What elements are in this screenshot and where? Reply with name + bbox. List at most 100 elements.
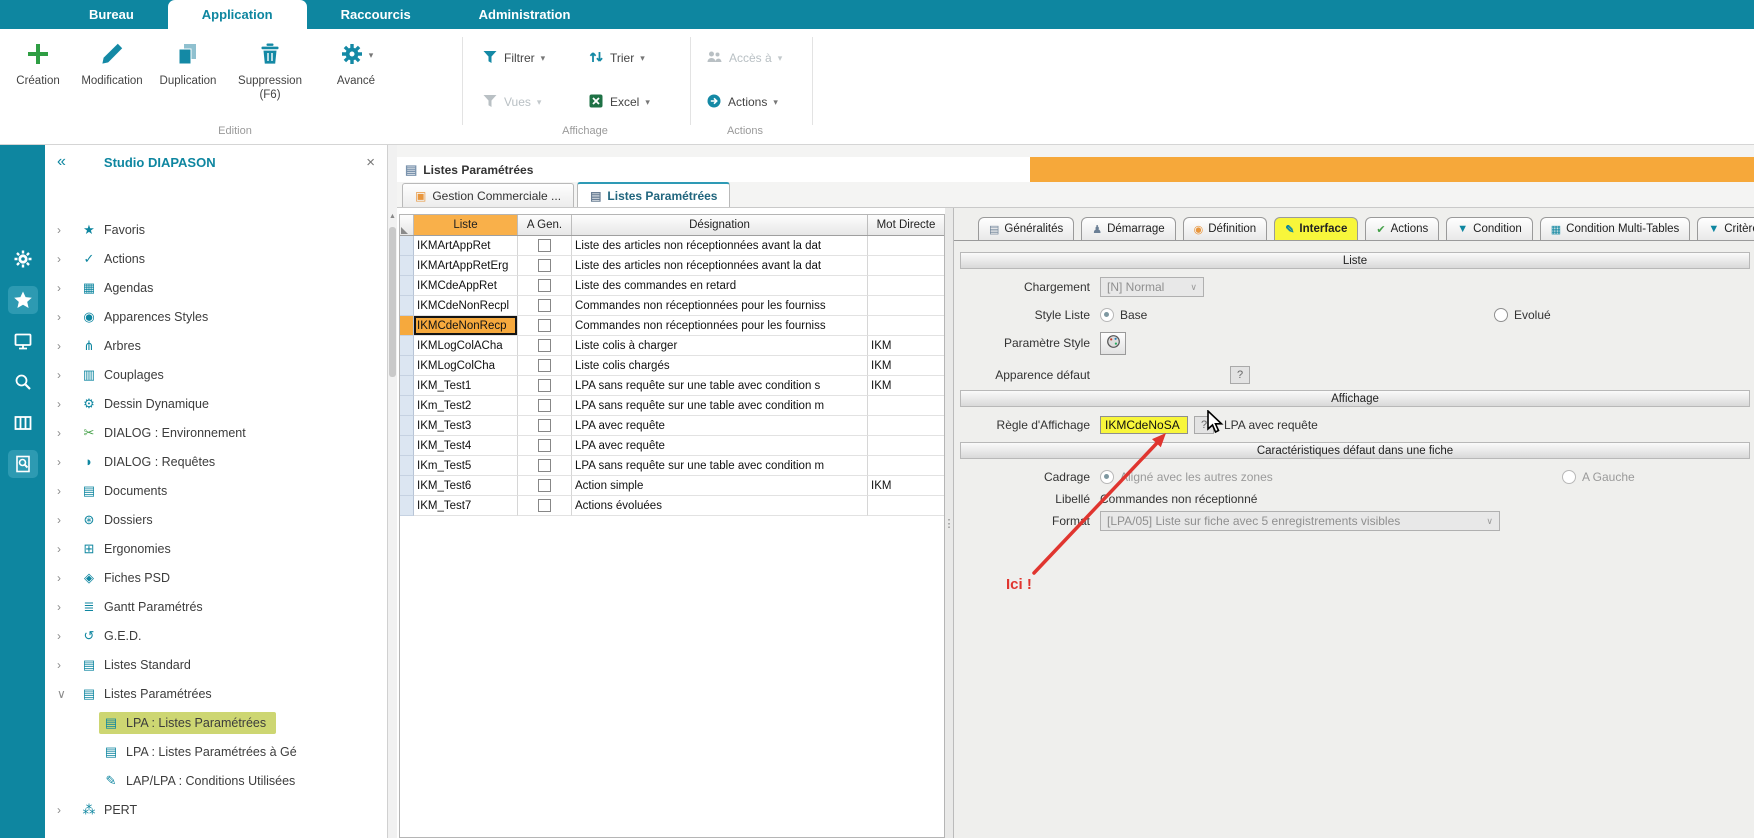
tree-item[interactable]: › ✓ Actions xyxy=(45,244,387,273)
table-row[interactable]: IKMLogColACha Liste colis à charger IKM xyxy=(400,336,944,356)
apparence-help-button[interactable]: ? xyxy=(1230,366,1250,384)
tree-item[interactable]: › ⊛ Dossiers xyxy=(45,505,387,534)
checkbox[interactable] xyxy=(538,339,551,352)
tree-item[interactable]: ∨ ▤ Listes Paramétrées xyxy=(45,679,387,708)
radio-evolue[interactable] xyxy=(1494,308,1508,322)
table-row[interactable]: IKM_Test6 Action simple IKM xyxy=(400,476,944,496)
expander-icon[interactable]: › xyxy=(57,397,77,411)
checkbox[interactable] xyxy=(538,359,551,372)
expander-icon[interactable]: › xyxy=(57,542,77,556)
menubar-item[interactable]: Administration xyxy=(445,0,605,29)
row-marker[interactable] xyxy=(400,396,414,416)
checkbox[interactable] xyxy=(538,299,551,312)
format-select[interactable]: [LPA/05] Liste sur fiche avec 5 enregist… xyxy=(1100,511,1500,531)
row-marker[interactable] xyxy=(400,476,414,496)
panel-tab[interactable]: ✔ Actions xyxy=(1365,217,1439,240)
expander-icon[interactable]: › xyxy=(57,223,77,237)
palette-button[interactable] xyxy=(1100,332,1126,355)
menubar-item[interactable]: Raccourcis xyxy=(307,0,445,29)
panel-tab[interactable]: ▤ Généralités xyxy=(978,217,1074,240)
checkbox[interactable] xyxy=(538,319,551,332)
expander-icon[interactable]: › xyxy=(57,339,77,353)
search-icon[interactable] xyxy=(8,368,38,396)
panel-tab[interactable]: ▼ Condition xyxy=(1446,217,1532,240)
tab-gestion-commerciale[interactable]: ▣ Gestion Commerciale ... xyxy=(402,183,574,207)
table-row[interactable]: IKM_Test7 Actions évoluées xyxy=(400,496,944,516)
panel-tab[interactable]: ◉ Définition xyxy=(1183,217,1268,240)
radio-base[interactable] xyxy=(1100,308,1114,322)
column-header-liste[interactable]: Liste xyxy=(414,215,518,235)
panel-splitter[interactable]: ⋮ xyxy=(945,208,953,838)
table-row[interactable]: IKMArtAppRet Liste des articles non réce… xyxy=(400,236,944,256)
tree-item[interactable]: › ◗ DIALOG : Requêtes xyxy=(45,447,387,476)
chargement-select[interactable]: [N] Normal ∨ xyxy=(1100,277,1204,297)
expander-icon[interactable]: › xyxy=(57,629,77,643)
radio-aligne[interactable] xyxy=(1100,470,1114,484)
panel-tab[interactable]: ♟ Démarrage xyxy=(1081,217,1175,240)
avance-button[interactable]: ▾ Avancé xyxy=(320,37,392,89)
table-row[interactable]: IKm_Test2 LPA sans requête sur une table… xyxy=(400,396,944,416)
actions-button[interactable]: Actions ▾ xyxy=(706,91,778,113)
checkbox[interactable] xyxy=(538,479,551,492)
checkbox[interactable] xyxy=(538,419,551,432)
tree-item[interactable]: › ▥ Couplages xyxy=(45,360,387,389)
expander-icon[interactable]: › xyxy=(57,571,77,585)
expander-icon[interactable]: › xyxy=(57,455,77,469)
scrollbar-thumb[interactable] xyxy=(389,227,396,377)
table-row[interactable]: IKMCdeNonRecp Commandes non réceptionnée… xyxy=(400,316,944,336)
expander-icon[interactable]: › xyxy=(57,658,77,672)
duplication-button[interactable]: Duplication xyxy=(152,37,224,89)
tree-item[interactable]: ▤ LPA : Listes Paramétrées xyxy=(45,708,387,737)
panel-tab[interactable]: ▼ Critère xyxy=(1697,217,1754,240)
expander-icon[interactable]: ∨ xyxy=(57,687,77,701)
radio-a-gauche[interactable] xyxy=(1562,470,1576,484)
column-header-a-gen[interactable]: A Gen. xyxy=(518,215,572,235)
select-all-corner[interactable] xyxy=(400,215,414,235)
tree-item[interactable]: › ⋔ Arbres xyxy=(45,331,387,360)
regle-affichage-input[interactable]: IKMCdeNoSA xyxy=(1100,416,1188,434)
table-row[interactable]: IKMCdeNonRecpl Commandes non réceptionné… xyxy=(400,296,944,316)
menubar-item[interactable]: Application xyxy=(168,0,307,29)
creation-button[interactable]: Création xyxy=(6,37,70,89)
tree-item[interactable]: › ✂ DIALOG : Environnement xyxy=(45,418,387,447)
checkbox[interactable] xyxy=(538,499,551,512)
checkbox[interactable] xyxy=(538,239,551,252)
filtrer-button[interactable]: Filtrer ▾ xyxy=(482,47,545,69)
checkbox[interactable] xyxy=(538,259,551,272)
settings-icon[interactable] xyxy=(8,245,38,273)
tree-item[interactable]: › ▦ Agendas xyxy=(45,273,387,302)
excel-button[interactable]: Excel ▾ xyxy=(588,91,650,113)
trier-button[interactable]: Trier ▾ xyxy=(588,47,645,69)
table-row[interactable]: IKMCdeAppRet Liste des commandes en reta… xyxy=(400,276,944,296)
expander-icon[interactable]: › xyxy=(57,368,77,382)
row-marker[interactable] xyxy=(400,296,414,316)
expander-icon[interactable]: › xyxy=(57,310,77,324)
acces-a-button[interactable]: Accès à ▾ xyxy=(706,47,782,69)
checkbox[interactable] xyxy=(538,379,551,392)
tab-listes-parametrees[interactable]: ▤ Listes Paramétrées xyxy=(577,182,730,207)
expander-icon[interactable]: › xyxy=(57,426,77,440)
tree-item[interactable]: › ⁂ PERT xyxy=(45,795,387,824)
tree-item[interactable]: › ⊞ Ergonomies xyxy=(45,534,387,563)
column-header-mot-directeur[interactable]: Mot Directe xyxy=(868,215,944,235)
expander-icon[interactable]: › xyxy=(57,484,77,498)
checkbox[interactable] xyxy=(538,439,551,452)
vues-button[interactable]: Vues ▾ xyxy=(482,91,541,113)
expander-icon[interactable]: › xyxy=(57,281,77,295)
tree-item[interactable]: ▤ LPA : Listes Paramétrées à Gé xyxy=(45,737,387,766)
expander-icon[interactable]: › xyxy=(57,803,77,817)
panel-tab[interactable]: ✎ Interface xyxy=(1274,217,1358,240)
table-row[interactable]: IKm_Test5 LPA sans requête sur une table… xyxy=(400,456,944,476)
checkbox[interactable] xyxy=(538,399,551,412)
column-header-designation[interactable]: Désignation xyxy=(572,215,868,235)
favorites-icon[interactable] xyxy=(8,286,38,314)
expander-icon[interactable]: › xyxy=(57,252,77,266)
row-marker[interactable] xyxy=(400,276,414,296)
tree-scrollbar[interactable]: ▲ xyxy=(388,145,397,838)
table-row[interactable]: IKM_Test3 LPA avec requête xyxy=(400,416,944,436)
row-marker[interactable] xyxy=(400,356,414,376)
table-row[interactable]: IKMArtAppRetErg Liste des articles non r… xyxy=(400,256,944,276)
tree-item[interactable]: › ★ Favoris xyxy=(45,215,387,244)
tree-item[interactable]: › ◈ Fiches PSD xyxy=(45,563,387,592)
expander-icon[interactable]: › xyxy=(57,600,77,614)
